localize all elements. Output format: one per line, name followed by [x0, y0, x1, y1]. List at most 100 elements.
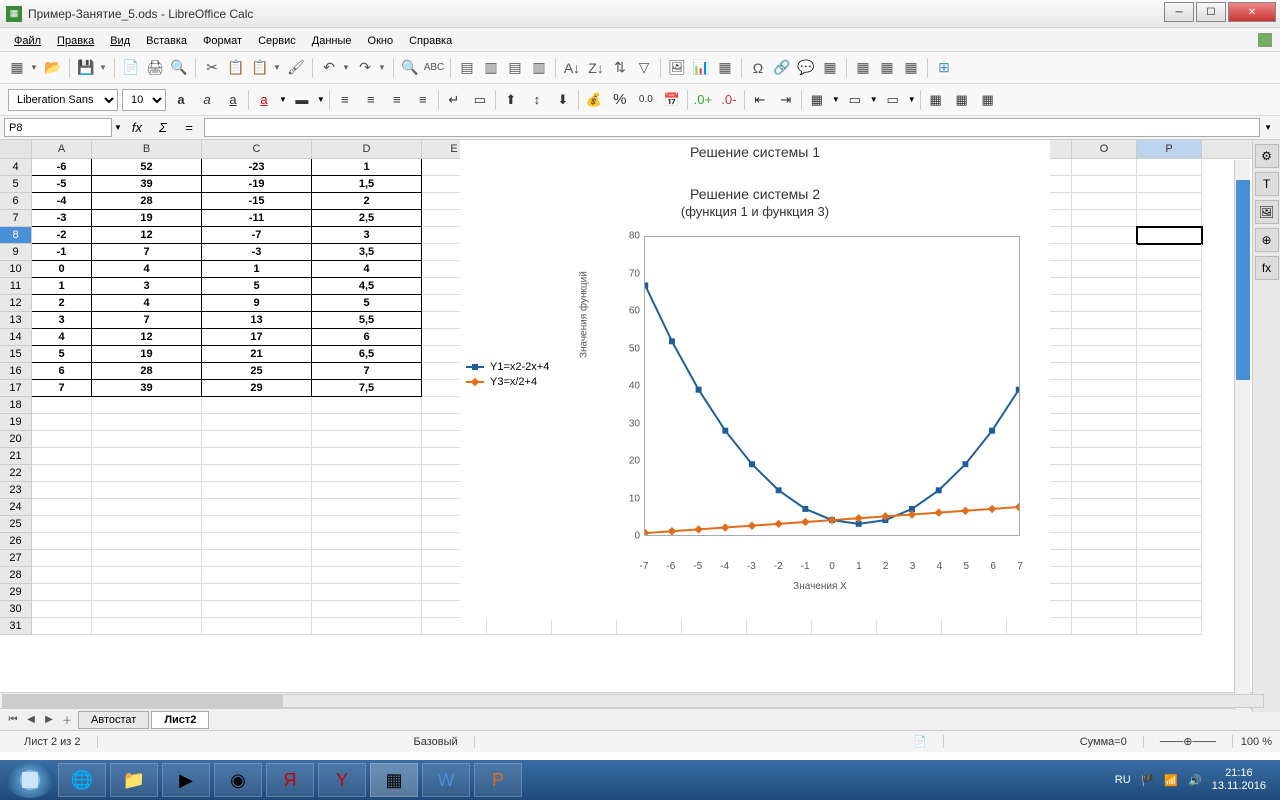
grid-icon[interactable]: ⊞: [933, 57, 955, 79]
brush-icon[interactable]: 🖌: [285, 57, 307, 79]
sort-desc-icon[interactable]: Z↓: [585, 57, 607, 79]
tray-sound-icon[interactable]: 🔊: [1188, 774, 1202, 787]
cell[interactable]: [1072, 346, 1137, 363]
image-icon[interactable]: 🖼: [666, 57, 688, 79]
cell[interactable]: [1072, 278, 1137, 295]
cell[interactable]: [1072, 380, 1137, 397]
cell[interactable]: [32, 567, 92, 584]
cell[interactable]: [32, 448, 92, 465]
cell[interactable]: [1072, 482, 1137, 499]
taskbar-yandex-icon[interactable]: Я: [266, 763, 314, 797]
row-header[interactable]: 16: [0, 363, 32, 380]
cell[interactable]: 25: [202, 363, 312, 380]
cell[interactable]: 2: [312, 193, 422, 210]
cell[interactable]: [1137, 431, 1202, 448]
row-header[interactable]: 11: [0, 278, 32, 295]
cell[interactable]: [92, 482, 202, 499]
cell[interactable]: [1072, 499, 1137, 516]
cell[interactable]: [1072, 193, 1137, 210]
cell[interactable]: [32, 601, 92, 618]
save-icon[interactable]: 💾: [75, 57, 97, 79]
row-header[interactable]: 19: [0, 414, 32, 431]
cell[interactable]: [1137, 584, 1202, 601]
align-left-icon[interactable]: ≡: [334, 89, 356, 111]
currency-icon[interactable]: 💰: [583, 89, 605, 111]
spreadsheet-grid[interactable]: ABCDEFGHIJKLMNOP 4-652-2315-539-191,56-4…: [0, 140, 1280, 692]
cell[interactable]: [202, 567, 312, 584]
find-icon[interactable]: 🔍: [399, 57, 421, 79]
cell[interactable]: -7: [202, 227, 312, 244]
underline-icon[interactable]: a: [222, 89, 244, 111]
row-header[interactable]: 9: [0, 244, 32, 261]
cell[interactable]: [312, 516, 422, 533]
cell[interactable]: [92, 448, 202, 465]
cell[interactable]: [1072, 516, 1137, 533]
cell[interactable]: [92, 431, 202, 448]
special-char-icon[interactable]: Ω: [747, 57, 769, 79]
dec-indent-icon[interactable]: ⇤: [749, 89, 771, 111]
pivot-icon[interactable]: ▦: [714, 57, 736, 79]
cell[interactable]: 7: [92, 312, 202, 329]
cell[interactable]: [32, 431, 92, 448]
row-header[interactable]: 5: [0, 176, 32, 193]
tray-network-icon[interactable]: 📶: [1164, 774, 1178, 787]
copy-icon[interactable]: 📋: [225, 57, 247, 79]
cell[interactable]: [1072, 363, 1137, 380]
cell[interactable]: [1137, 329, 1202, 346]
cell[interactable]: -6: [32, 159, 92, 176]
menu-window[interactable]: Окно: [360, 30, 402, 50]
wrap-icon[interactable]: ↵: [443, 89, 465, 111]
name-box[interactable]: P8: [4, 118, 112, 137]
cell[interactable]: [202, 550, 312, 567]
cell[interactable]: [1137, 516, 1202, 533]
cell[interactable]: [312, 465, 422, 482]
tab-add-icon[interactable]: ＋: [58, 711, 76, 729]
cell[interactable]: 1: [202, 261, 312, 278]
cell[interactable]: [312, 414, 422, 431]
cell[interactable]: 1: [32, 278, 92, 295]
sidebar-navigator-icon[interactable]: ⊕: [1255, 228, 1279, 252]
cell[interactable]: [1137, 567, 1202, 584]
cell[interactable]: 3: [32, 312, 92, 329]
cell[interactable]: [1072, 465, 1137, 482]
row-header[interactable]: 6: [0, 193, 32, 210]
formula-input[interactable]: [204, 118, 1260, 137]
cell[interactable]: [312, 618, 422, 635]
add-decimal-icon[interactable]: .0+: [692, 89, 714, 111]
cell[interactable]: [32, 499, 92, 516]
extension-icon[interactable]: [1258, 33, 1272, 47]
cell[interactable]: [552, 618, 617, 635]
menu-edit[interactable]: Правка: [49, 30, 102, 50]
menu-format[interactable]: Формат: [195, 30, 250, 50]
filter-icon[interactable]: ▽: [633, 57, 655, 79]
cell[interactable]: [1072, 601, 1137, 618]
cell[interactable]: [877, 618, 942, 635]
freeze-icon[interactable]: ▦: [852, 57, 874, 79]
cell[interactable]: [1137, 414, 1202, 431]
cell[interactable]: [202, 482, 312, 499]
export-pdf-icon[interactable]: 📄: [120, 57, 142, 79]
minimize-button[interactable]: ─: [1164, 2, 1194, 22]
cell[interactable]: [92, 465, 202, 482]
valign-top-icon[interactable]: ⬆: [500, 89, 522, 111]
cell[interactable]: [1137, 499, 1202, 516]
function-wizard-icon[interactable]: fx: [126, 118, 148, 138]
open-icon[interactable]: 📂: [42, 57, 64, 79]
cell[interactable]: [32, 465, 92, 482]
system-tray[interactable]: RU 🏴 📶 🔊 21:16 13.11.2016: [1115, 767, 1274, 793]
cell[interactable]: 6: [32, 363, 92, 380]
sidebar-styles-icon[interactable]: T: [1255, 172, 1279, 196]
cell[interactable]: -4: [32, 193, 92, 210]
sidebar-properties-icon[interactable]: ⚙: [1255, 144, 1279, 168]
highlight-icon[interactable]: ▬: [291, 89, 313, 111]
cell[interactable]: [1137, 176, 1202, 193]
col-header-A[interactable]: A: [32, 140, 92, 158]
cell[interactable]: -2: [32, 227, 92, 244]
bold-icon[interactable]: a: [170, 89, 192, 111]
cell[interactable]: [1137, 533, 1202, 550]
number-icon[interactable]: 0.0: [635, 89, 657, 111]
equals-icon[interactable]: =: [178, 118, 200, 138]
spellcheck-icon[interactable]: ABC: [423, 57, 445, 79]
col-header-C[interactable]: C: [202, 140, 312, 158]
inc-indent-icon[interactable]: ⇥: [775, 89, 797, 111]
